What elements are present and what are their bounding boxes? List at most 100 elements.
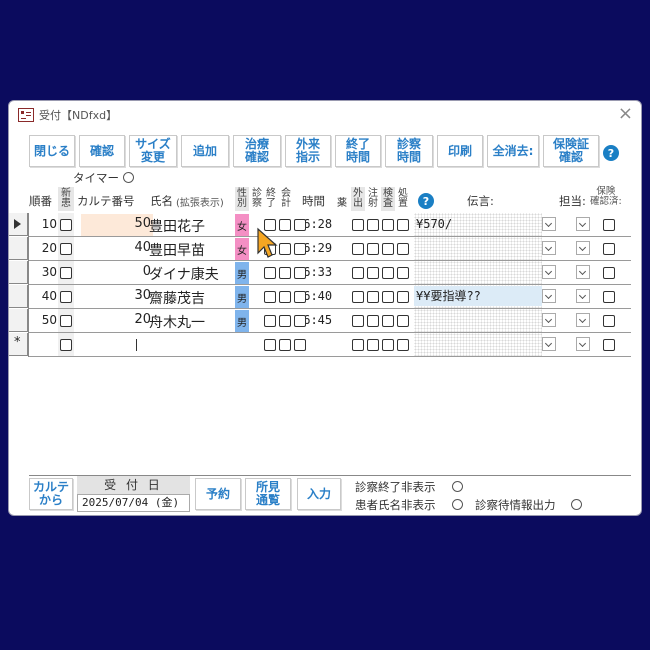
status-checkbox[interactable] — [352, 267, 364, 279]
new-patient-checkbox[interactable] — [60, 291, 72, 303]
order-cell[interactable]: 40 — [33, 289, 57, 303]
status-checkbox[interactable] — [294, 339, 306, 351]
help-icon-grid[interactable]: ? — [418, 193, 434, 209]
input-button[interactable]: 入力 — [297, 478, 341, 510]
status-checkbox[interactable] — [279, 267, 291, 279]
status-checkbox[interactable] — [382, 243, 394, 255]
radio-hide-patient-name[interactable] — [452, 499, 463, 510]
status-checkbox[interactable] — [264, 291, 276, 303]
status-checkbox[interactable] — [279, 219, 291, 231]
status-checkbox[interactable] — [294, 219, 306, 231]
row-selector[interactable] — [9, 261, 28, 284]
sex-cell[interactable]: 女 — [235, 238, 249, 260]
row-selector[interactable] — [9, 213, 28, 236]
reservation-button[interactable]: 予約 — [195, 478, 241, 510]
status-checkbox[interactable] — [397, 267, 409, 279]
status-checkbox[interactable] — [279, 291, 291, 303]
sex-cell[interactable]: 男 — [235, 310, 249, 332]
status-checkbox[interactable] — [294, 291, 306, 303]
insurance-confirmed-checkbox[interactable] — [603, 219, 615, 231]
new-patient-checkbox[interactable] — [60, 339, 72, 351]
print-button[interactable]: 印刷 — [437, 135, 483, 167]
insurance-confirmed-checkbox[interactable] — [603, 315, 615, 327]
outpatient-instruction-button[interactable]: 外来 指示 — [285, 135, 331, 167]
status-checkbox[interactable] — [279, 339, 291, 351]
status-checkbox[interactable] — [397, 339, 409, 351]
staff-dropdown[interactable] — [576, 289, 590, 303]
radio-hide-exam-done[interactable] — [452, 481, 463, 492]
insurance-check-button[interactable]: 保険証 確認 — [543, 135, 599, 167]
exam-time-button[interactable]: 診察 時間 — [385, 135, 433, 167]
clear-all-button[interactable]: 全消去: — [487, 135, 539, 167]
message-dropdown[interactable] — [542, 241, 556, 255]
patient-name-cell[interactable]: 舟木丸一 — [149, 312, 205, 332]
sex-cell[interactable]: 男 — [235, 262, 249, 284]
status-checkbox[interactable] — [294, 315, 306, 327]
confirm-button[interactable]: 確認 — [79, 135, 125, 167]
message-dropdown[interactable] — [542, 313, 556, 327]
status-checkbox[interactable] — [352, 315, 364, 327]
help-icon[interactable]: ? — [603, 145, 619, 161]
treatment-check-button[interactable]: 治療 確認 — [233, 135, 281, 167]
order-cell[interactable]: 10 — [33, 217, 57, 231]
order-cell[interactable]: 20 — [33, 241, 57, 255]
karte-number-cell[interactable]: 20 — [81, 312, 151, 332]
staff-dropdown[interactable] — [576, 241, 590, 255]
message-dropdown[interactable] — [542, 265, 556, 279]
status-checkbox[interactable] — [279, 315, 291, 327]
status-checkbox[interactable] — [397, 243, 409, 255]
status-checkbox[interactable] — [264, 315, 276, 327]
status-checkbox[interactable] — [367, 315, 379, 327]
staff-dropdown[interactable] — [576, 313, 590, 327]
status-checkbox[interactable] — [367, 267, 379, 279]
status-checkbox[interactable] — [279, 243, 291, 255]
patient-name-cell[interactable]: 豊田早苗 — [149, 240, 205, 260]
karte-number-cell[interactable]: 0 — [81, 264, 151, 284]
karte-number-cell[interactable]: 30 — [81, 288, 151, 308]
message-dropdown[interactable] — [542, 217, 556, 231]
status-checkbox[interactable] — [352, 219, 364, 231]
row-selector[interactable] — [9, 237, 28, 260]
end-time-button[interactable]: 終了 時間 — [335, 135, 381, 167]
insurance-confirmed-checkbox[interactable] — [603, 267, 615, 279]
add-button[interactable]: 追加 — [181, 135, 229, 167]
status-checkbox[interactable] — [264, 267, 276, 279]
staff-dropdown[interactable] — [576, 337, 590, 351]
status-checkbox[interactable] — [294, 243, 306, 255]
status-checkbox[interactable] — [397, 315, 409, 327]
message-cell[interactable] — [414, 310, 542, 330]
radio-exam-wait-output[interactable] — [571, 499, 582, 510]
karte-number-cell[interactable]: 50 — [81, 216, 151, 236]
message-dropdown[interactable] — [542, 337, 556, 351]
findings-view-button[interactable]: 所見 通覧 — [245, 478, 291, 510]
karte-number-cell[interactable]: 40 — [81, 240, 151, 260]
new-patient-checkbox[interactable] — [60, 219, 72, 231]
message-cell[interactable] — [414, 238, 542, 258]
message-cell[interactable] — [414, 262, 542, 282]
status-checkbox[interactable] — [294, 267, 306, 279]
insurance-confirmed-checkbox[interactable] — [603, 291, 615, 303]
message-cell[interactable]: ¥570/ — [414, 214, 542, 234]
staff-dropdown[interactable] — [576, 217, 590, 231]
patient-name-cell[interactable]: 齋藤茂吉 — [149, 288, 205, 308]
status-checkbox[interactable] — [367, 243, 379, 255]
order-cell[interactable]: 30 — [33, 265, 57, 279]
close-button[interactable]: 閉じる — [29, 135, 75, 167]
status-checkbox[interactable] — [382, 339, 394, 351]
staff-dropdown[interactable] — [576, 265, 590, 279]
row-selector[interactable] — [9, 309, 28, 332]
sex-cell[interactable]: 男 — [235, 286, 249, 308]
reception-date-field[interactable]: 2025/07/04 (金) — [77, 494, 190, 512]
status-checkbox[interactable] — [382, 315, 394, 327]
resize-button[interactable]: サイズ 変更 — [129, 135, 177, 167]
close-icon[interactable]: × — [618, 103, 633, 124]
patient-name-cell[interactable]: ダイナ康夫 — [149, 264, 219, 284]
row-selector[interactable]: * — [9, 333, 28, 356]
status-checkbox[interactable] — [367, 291, 379, 303]
new-patient-checkbox[interactable] — [60, 243, 72, 255]
insurance-confirmed-checkbox[interactable] — [603, 243, 615, 255]
new-patient-checkbox[interactable] — [60, 315, 72, 327]
order-cell[interactable]: 50 — [33, 313, 57, 327]
from-karte-button[interactable]: カルテ から — [29, 478, 73, 510]
message-dropdown[interactable] — [542, 289, 556, 303]
